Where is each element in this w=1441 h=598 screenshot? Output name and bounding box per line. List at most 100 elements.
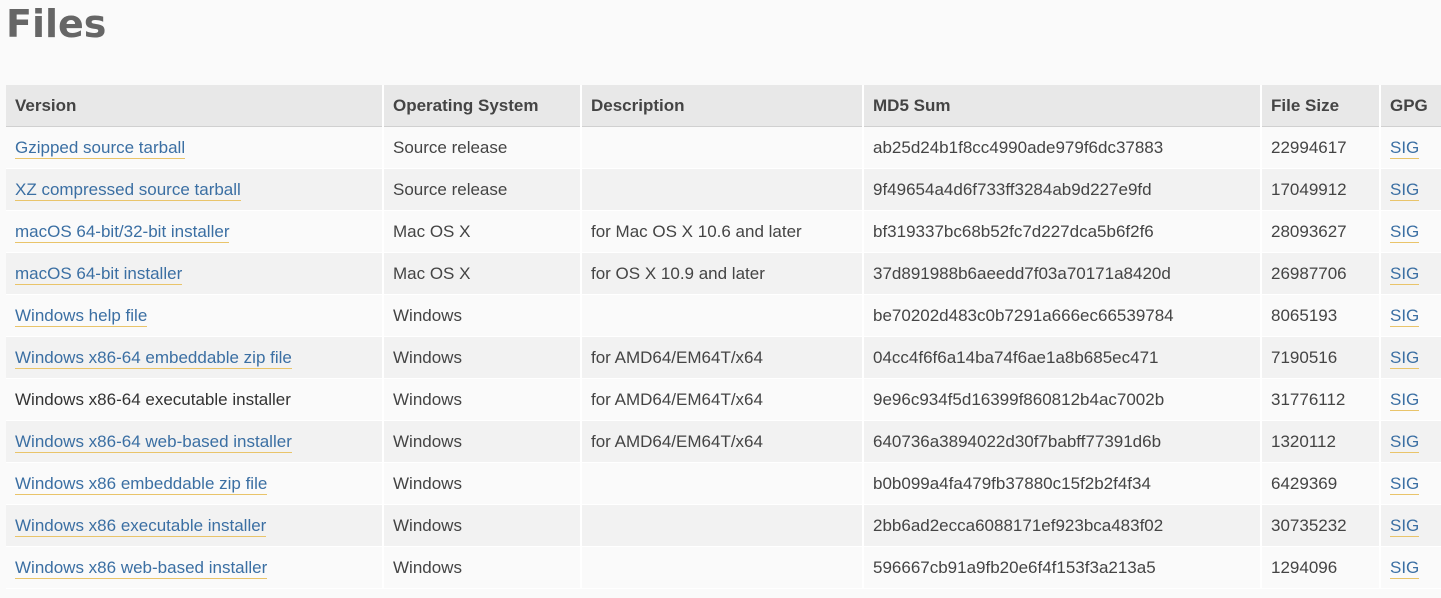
download-link[interactable]: Windows help file [15,305,148,327]
sig-link[interactable]: SIG [1390,473,1420,495]
version-cell: Windows x86-64 embeddable zip file [6,336,384,379]
version-cell: Windows x86 executable installer [6,504,384,547]
os-cell: Source release [383,168,582,211]
table-row: Windows x86-64 executable installer Windo… [6,378,1441,421]
md5-cell: bf319337bc68b52fc7d227dca5b6f2f6 [863,210,1262,253]
header-description: Description [581,85,864,127]
version-cell: Windows x86-64 web-based installer [6,420,384,463]
version-cell: XZ compressed source tarball [6,168,384,211]
md5-cell: 2bb6ad2ecca6088171ef923bca483f02 [863,504,1262,547]
md5-cell: 9e96c934f5d16399f860812b4ac7002b [863,378,1262,421]
download-link[interactable]: macOS 64-bit installer [15,263,183,285]
table-row: Windows x86 executable installer Windows 2… [6,504,1441,547]
description-cell [581,504,864,547]
table-row: macOS 64-bit/32-bit installer Mac OS Xfor… [6,210,1441,253]
download-link[interactable]: Windows x86 executable installer [15,515,267,537]
page-title: Files [6,2,107,46]
os-cell: Windows [383,462,582,505]
os-cell: Windows [383,504,582,547]
version-cell: macOS 64-bit/32-bit installer [6,210,384,253]
download-link[interactable]: Windows x86-64 executable installer [15,390,291,410]
files-table-body: Gzipped source tarball Source release ab25… [6,126,1441,589]
table-row: Windows help file Windows be70202d483c0b72… [6,294,1441,337]
header-gpg: GPG [1380,85,1441,127]
version-cell: Windows help file [6,294,384,337]
md5-cell: 640736a3894022d30f7babff77391d6b [863,420,1262,463]
gpg-cell: SIG [1380,420,1441,463]
header-version: Version [6,85,384,127]
header-file-size: File Size [1261,85,1381,127]
sig-link[interactable]: SIG [1390,221,1420,243]
gpg-cell: SIG [1380,294,1441,337]
description-cell [581,294,864,337]
download-link[interactable]: Windows x86-64 embeddable zip file [15,347,292,369]
sig-link[interactable]: SIG [1390,347,1420,369]
version-cell: Windows x86-64 executable installer [6,378,384,421]
sig-link[interactable]: SIG [1390,137,1420,159]
header-operating-system: Operating System [383,85,582,127]
os-cell: Mac OS X [383,252,582,295]
header-md5-sum: MD5 Sum [863,85,1262,127]
table-row: macOS 64-bit installer Mac OS Xfor OS X 1… [6,252,1441,295]
gpg-cell: SIG [1380,504,1441,547]
md5-cell: 37d891988b6aeedd7f03a70171a8420d [863,252,1262,295]
gpg-cell: SIG [1380,336,1441,379]
md5-cell: 04cc4f6f6a14ba74f6ae1a8b685ec471 [863,336,1262,379]
table-row: Windows x86 web-based installer Windows 59… [6,546,1441,589]
file-size-cell: 1294096 [1261,546,1381,589]
sig-link[interactable]: SIG [1390,557,1420,579]
description-cell: for Mac OS X 10.6 and later [581,210,864,253]
md5-cell: ab25d24b1f8cc4990ade979f6dc37883 [863,126,1262,169]
sig-link[interactable]: SIG [1390,515,1420,537]
sig-link[interactable]: SIG [1390,389,1420,411]
description-cell [581,126,864,169]
download-link[interactable]: macOS 64-bit/32-bit installer [15,221,230,243]
version-cell: Windows x86 web-based installer [6,546,384,589]
download-link[interactable]: Windows x86-64 web-based installer [15,431,292,453]
gpg-cell: SIG [1380,546,1441,589]
table-row: Windows x86 embeddable zip file Windows b0… [6,462,1441,505]
gpg-cell: SIG [1380,210,1441,253]
file-size-cell: 31776112 [1261,378,1381,421]
version-cell: Gzipped source tarball [6,126,384,169]
file-size-cell: 7190516 [1261,336,1381,379]
description-cell: for AMD64/EM64T/x64 [581,336,864,379]
os-cell: Windows [383,378,582,421]
table-header-row: Version Operating System Description MD5… [6,85,1441,127]
sig-link[interactable]: SIG [1390,179,1420,201]
os-cell: Source release [383,126,582,169]
md5-cell: 9f49654a4d6f733ff3284ab9d227e9fd [863,168,1262,211]
gpg-cell: SIG [1380,378,1441,421]
download-link[interactable]: XZ compressed source tarball [15,179,241,201]
file-size-cell: 22994617 [1261,126,1381,169]
file-size-cell: 28093627 [1261,210,1381,253]
files-table: Version Operating System Description MD5… [6,85,1441,589]
file-size-cell: 8065193 [1261,294,1381,337]
description-cell: for AMD64/EM64T/x64 [581,378,864,421]
description-cell [581,546,864,589]
table-row: Windows x86-64 web-based installer Window… [6,420,1441,463]
file-size-cell: 1320112 [1261,420,1381,463]
os-cell: Windows [383,546,582,589]
sig-link[interactable]: SIG [1390,431,1420,453]
description-cell [581,168,864,211]
md5-cell: 596667cb91a9fb20e6f4f153f3a213a5 [863,546,1262,589]
file-size-cell: 26987706 [1261,252,1381,295]
table-row: Gzipped source tarball Source release ab25… [6,126,1441,169]
version-cell: Windows x86 embeddable zip file [6,462,384,505]
sig-link[interactable]: SIG [1390,305,1420,327]
download-link[interactable]: Gzipped source tarball [15,137,186,159]
os-cell: Windows [383,336,582,379]
os-cell: Windows [383,294,582,337]
table-row: XZ compressed source tarball Source relea… [6,168,1441,211]
download-link[interactable]: Windows x86 embeddable zip file [15,473,268,495]
download-link[interactable]: Windows x86 web-based installer [15,557,268,579]
file-size-cell: 17049912 [1261,168,1381,211]
gpg-cell: SIG [1380,168,1441,211]
md5-cell: b0b099a4fa479fb37880c15f2b2f4f34 [863,462,1262,505]
sig-link[interactable]: SIG [1390,263,1420,285]
gpg-cell: SIG [1380,126,1441,169]
os-cell: Mac OS X [383,210,582,253]
description-cell: for AMD64/EM64T/x64 [581,420,864,463]
description-cell: for OS X 10.9 and later [581,252,864,295]
